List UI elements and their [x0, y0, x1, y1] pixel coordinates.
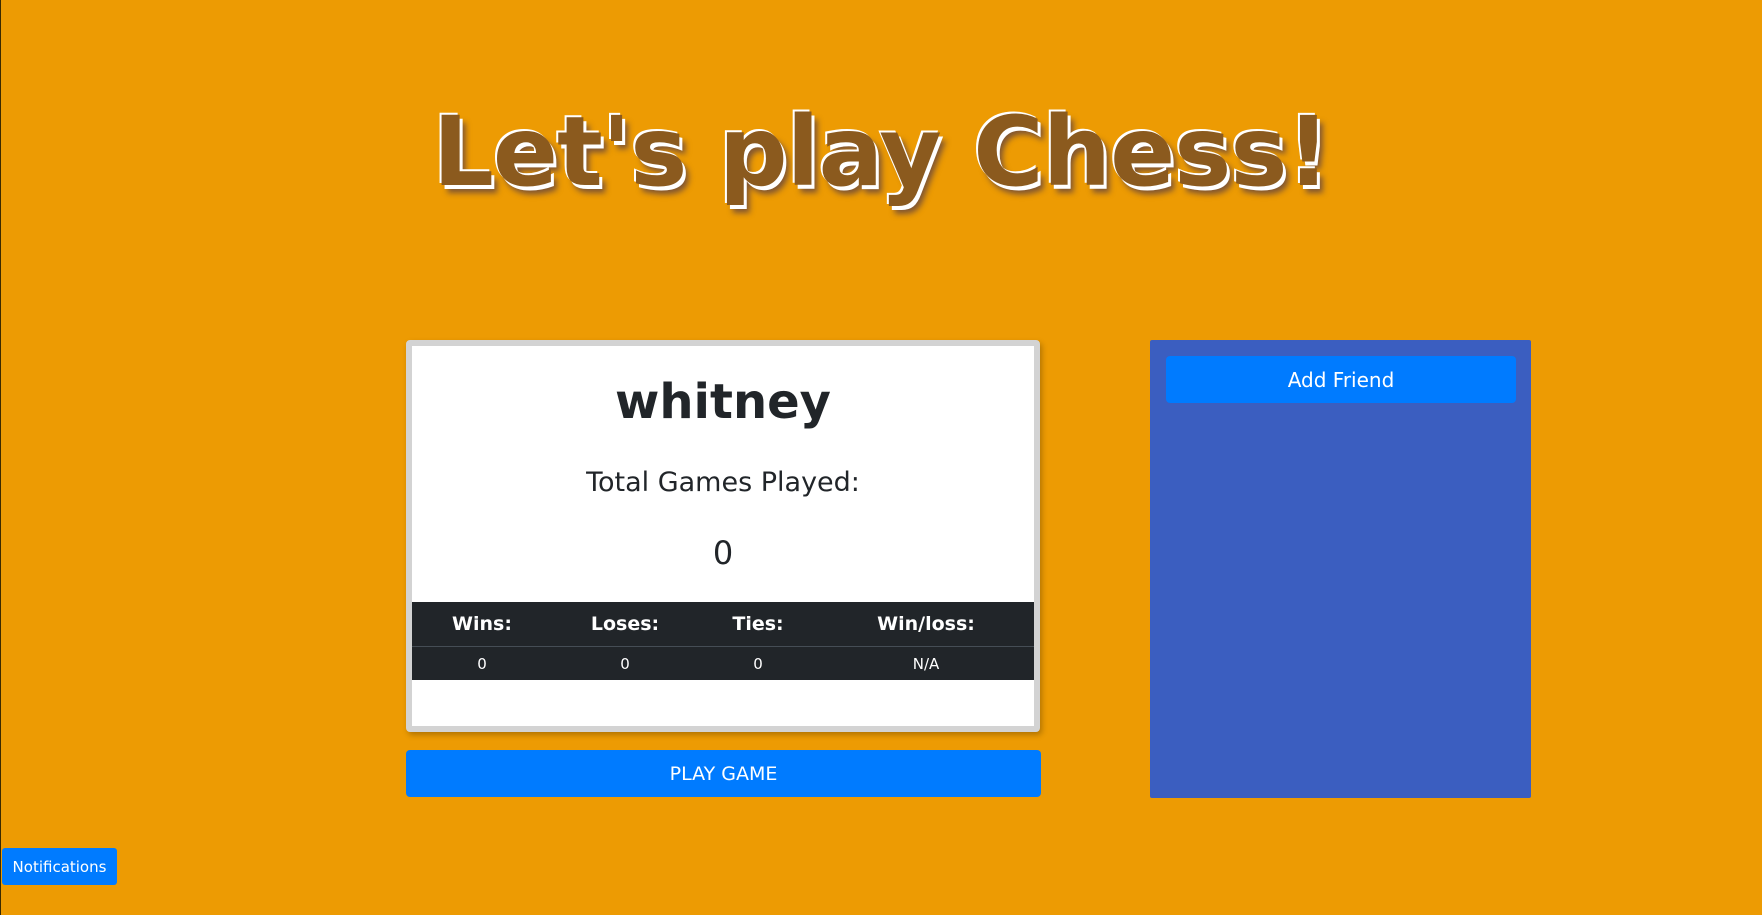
profile-card: whitney Total Games Played: 0 Wins: Lose… [406, 340, 1040, 732]
username: whitney [615, 374, 831, 430]
notifications-button[interactable]: Notifications [2, 848, 117, 885]
page-title: Let's play Chess! [432, 96, 1331, 208]
ties-value: 0 [753, 654, 763, 673]
play-game-button[interactable]: PLAY GAME [406, 750, 1041, 797]
win-loss-value: N/A [912, 654, 940, 673]
stats-value-row: 0 0 0 N/A [412, 647, 1034, 681]
add-friend-button[interactable]: Add Friend [1166, 356, 1516, 403]
wins-header: Wins: [412, 602, 552, 647]
wins-value: 0 [477, 654, 487, 673]
loses-value: 0 [620, 654, 630, 673]
stats-header-row: Wins: Loses: Ties: Win/loss: [412, 602, 1034, 647]
friends-panel: Add Friend [1150, 340, 1531, 798]
win-loss-header: Win/loss: [818, 602, 1034, 647]
total-games-label: Total Games Played: [586, 466, 860, 498]
stats-table: Wins: Loses: Ties: Win/loss: 0 0 0 N/A [412, 602, 1034, 680]
total-games-value: 0 [712, 533, 734, 572]
ties-header: Ties: [698, 602, 818, 647]
loses-header: Loses: [552, 602, 698, 647]
